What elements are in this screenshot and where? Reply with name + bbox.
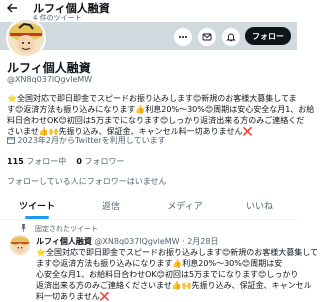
pin-icon [21,224,26,232]
followers-link[interactable]: 0 フォロワー [76,157,124,166]
back-arrow-icon[interactable] [3,2,21,20]
joined-date: 2023年2月からTwitterを利用しています [7,135,166,146]
tweet-line: 返済出来る方のみご連絡くださいませ👍🙌先振り込み、保証金、キャンセル [36,281,312,290]
tab-likes[interactable]: いいね [222,191,297,219]
tweet-text: ⭐全国対応で即日即金でスピードお振り込みします😊新規のお客様大募集して ます😊返… [36,247,319,302]
tweet-avatar[interactable] [10,235,30,255]
top-bar: ルフィ個人融資 4 件のツイート [0,0,297,22]
bio-line: ⭐全国対応で即日即金でスピードお振り込みします😊新規のお客様大募集してま [7,94,297,103]
bio-line: す😊返済方法も振り込みになります👍利息20%〜30%😊周期は安心安全な月1、お給 [7,105,315,114]
followers-label: フォロワー [84,157,125,166]
followers-count: 0 [76,157,82,166]
message-button[interactable] [197,27,217,47]
profile-display-name: ルフィ個人融資 [7,61,91,75]
profile-handle: @XN8q037lQgvleMW [7,75,93,84]
profile-avatar[interactable] [6,18,46,58]
bell-plus-icon [226,33,236,42]
notification-button[interactable] [221,27,241,47]
more-options-button[interactable] [173,27,193,47]
tab-media[interactable]: メディア [148,191,222,219]
tab-replies[interactable]: 返信 [74,191,148,219]
following-link[interactable]: 115 フォロー中 [7,157,66,166]
tweet-author[interactable]: ルフィ個人融資 [36,237,92,246]
following-label: フォロー中 [26,157,67,166]
tab-tweets[interactable]: ツイート [0,191,74,219]
calendar-icon [7,137,15,144]
bio-line: 料日合わせOK😊初回は5万までになります😊しっかり返済出来る方のみご連絡くだ [7,116,305,125]
tweet-handle-date: @XN8q037lQgvleMW · 2月28日 [94,237,219,246]
active-tab-indicator [25,216,49,219]
known-followers-note: フォローしている人にフォロワーはいません [7,177,167,186]
pinned-label: 固定されたツイート [35,225,98,233]
following-count: 115 [7,157,24,166]
more-icon [179,36,187,38]
tweet-line: 料一切ありません❌ [36,292,110,301]
profile-tabs: ツイート 返信 メディア いいね [0,191,297,220]
follow-stats: 115 フォロー中 0 フォロワー [7,156,125,167]
tweet-header: ルフィ個人融資 @XN8q037lQgvleMW · 2月28日 [36,236,218,247]
follow-button[interactable]: フォロー [245,27,291,45]
tweet-line: ます😊返済方法も振り込みになります👍利息20%〜30%😊周期は安 [36,259,283,268]
mail-icon [202,33,212,41]
tweet-line: ⭐全国対応で即日即金でスピードお振り込みします😊新規のお客様大募集して [36,248,319,257]
tweet-line: 心安全な月1、お給料日合わせOK😊初回は5万までになります😊しっかり [36,270,299,279]
profile-bio: ⭐全国対応で即日即金でスピードお振り込みします😊新規のお客様大募集してま す😊返… [7,93,315,137]
joined-text: 2023年2月からTwitterを利用しています [17,136,166,145]
